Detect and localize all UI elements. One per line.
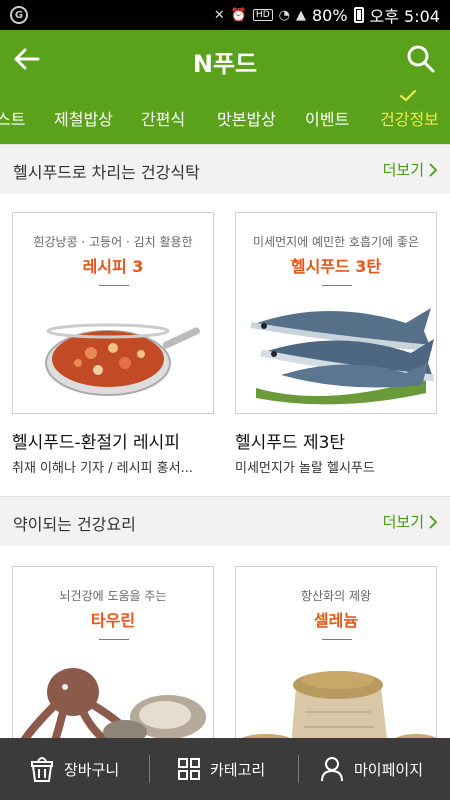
nav-cart-label: 장바구니	[64, 760, 120, 779]
battery-icon	[353, 7, 364, 23]
person-icon	[321, 757, 343, 782]
nav-divider	[298, 755, 299, 783]
section-header-healthy-food: 헬시푸드로 차리는 건강식탁 더보기	[0, 144, 450, 194]
mute-icon: ✕	[213, 7, 225, 23]
more-link[interactable]: 더보기	[383, 159, 438, 180]
more-label: 더보기	[382, 513, 424, 531]
nav-category-label: 카테고리	[210, 760, 266, 779]
battery-percent: 80%	[311, 5, 348, 25]
page-title: N푸드	[192, 50, 258, 78]
mackerel-image	[250, 308, 435, 405]
card-title: 헬시푸드-환절기 레시피	[12, 433, 180, 453]
tab-tasted-meal[interactable]: 맛본밥상	[217, 106, 276, 130]
section-body-healthy-food: 흰강낭콩 · 고등어 · 김치 활용한 레시피 3 헬시푸드-환절기 레시피 취…	[0, 194, 450, 496]
card-description: 취재 이해나 기자 / 레시피 홍서...	[12, 461, 193, 476]
section-header-medicinal-cooking: 약이되는 건강요리 더보기	[0, 496, 450, 546]
more-link[interactable]: 더보기	[383, 511, 438, 532]
tab-list[interactable]: 스트	[0, 106, 25, 130]
search-button[interactable]	[404, 42, 438, 76]
search-icon	[407, 45, 435, 73]
chevron-right-icon	[429, 514, 438, 529]
card-thumbnail: 뇌건강에 도움을 주는 타우린	[12, 566, 214, 746]
category-tabs: 스트 제철밥상 간편식 맛본밥상 이벤트 건강정보	[0, 88, 450, 144]
alarm-icon: ⏰	[230, 7, 247, 23]
card-thumbnail: 미세먼지에 예민한 호흡기에 좋은 헬시푸드 3탄	[235, 212, 437, 414]
card-selenium[interactable]: 항산화의 제왕 셀레늄	[235, 566, 439, 746]
section-title: 헬시푸드로 차리는 건강식탁	[13, 163, 200, 182]
nav-mypage-label: 마이페이지	[354, 760, 424, 779]
tab-simple-food[interactable]: 간편식	[141, 106, 185, 130]
grid-icon	[178, 758, 200, 780]
more-label: 더보기	[382, 161, 424, 179]
card-description: 미세먼지가 놀랄 헬시푸드	[235, 461, 375, 476]
nav-mypage[interactable]: 마이페이지	[320, 738, 423, 800]
nav-category[interactable]: 카테고리	[178, 738, 265, 800]
wifi-icon: ◔	[278, 7, 290, 23]
section-title: 약이되는 건강요리	[13, 515, 136, 534]
card-healthy-food-3[interactable]: 미세먼지에 예민한 호흡기에 좋은 헬시푸드 3탄 헬시푸드 제3탄 미세먼지가…	[235, 212, 439, 476]
clock: 오후 5:04	[369, 7, 440, 26]
signal-icon: ▲	[295, 7, 306, 23]
hd-icon: HD	[252, 9, 273, 21]
status-bar: G ✕ ⏰ HD ◔ ▲ 80% 오후 5:04	[0, 0, 450, 30]
grain-sack-image	[238, 671, 436, 745]
section-body-medicinal-cooking: 뇌건강에 도움을 주는 타우린 항산화의 제왕 셀레늄	[0, 546, 450, 746]
card-taurine[interactable]: 뇌건강에 도움을 주는 타우린	[12, 566, 216, 746]
app-header: N푸드	[0, 30, 450, 88]
seafood-image	[19, 668, 206, 745]
check-icon	[400, 90, 416, 102]
card-title: 헬시푸드 제3탄	[235, 433, 346, 453]
app-indicator-icon: G	[10, 6, 28, 24]
card-thumbnail: 흰강낭콩 · 고등어 · 김치 활용한 레시피 3	[12, 212, 214, 414]
bottom-navigation: 장바구니 카테고리 마이페이지	[0, 738, 450, 800]
card-recipe[interactable]: 흰강낭콩 · 고등어 · 김치 활용한 레시피 3 헬시푸드-환절기 레시피 취…	[12, 212, 216, 476]
nav-divider	[149, 755, 150, 783]
chevron-right-icon	[429, 162, 438, 177]
tab-event[interactable]: 이벤트	[305, 106, 349, 130]
card-thumbnail: 항산화의 제왕 셀레늄	[235, 566, 437, 746]
tab-seasonal-meal[interactable]: 제철밥상	[54, 106, 113, 130]
stew-pot-image	[45, 323, 200, 396]
basket-icon	[31, 757, 53, 782]
nav-cart[interactable]: 장바구니	[30, 738, 119, 800]
tab-health-info[interactable]: 건강정보	[380, 106, 439, 130]
